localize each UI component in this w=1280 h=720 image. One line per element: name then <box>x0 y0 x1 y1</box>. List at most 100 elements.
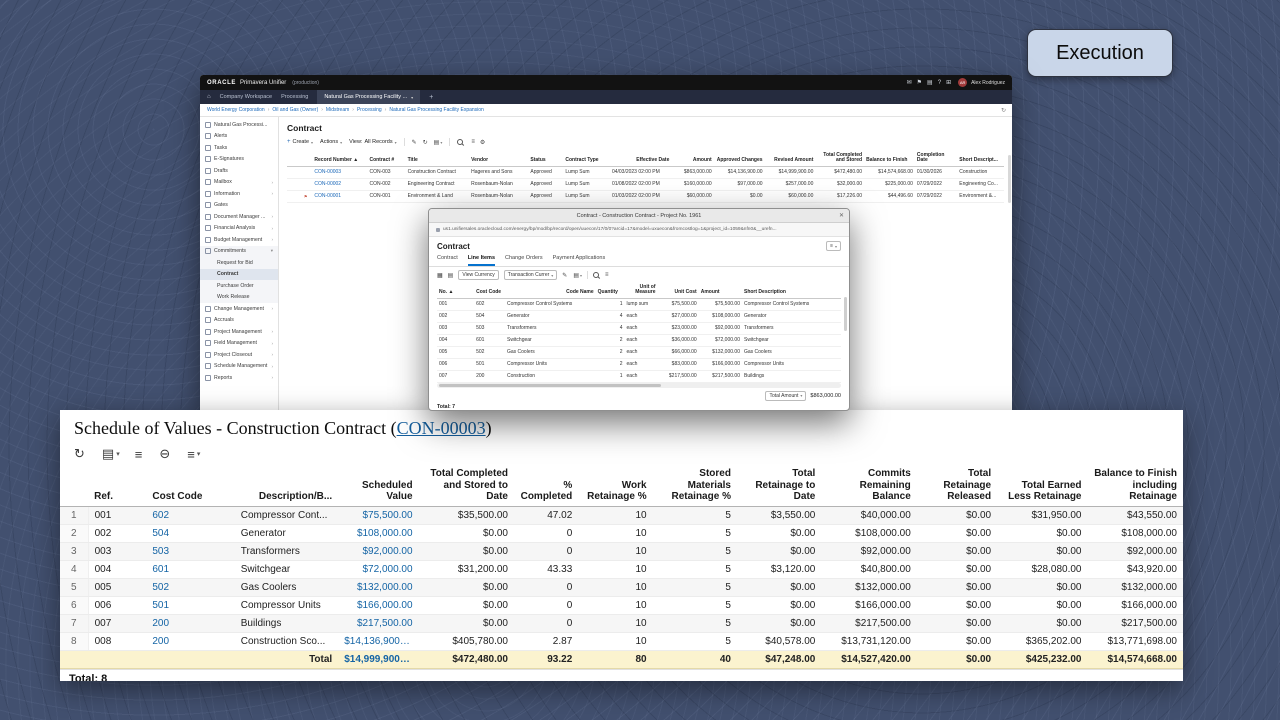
column-header[interactable]: Total Earned Less Retainage <box>997 466 1087 506</box>
table-row[interactable]: 3 003 503 Transformers $92,000.00 $0.00 … <box>60 542 1183 560</box>
cell-cost-code[interactable]: 502 <box>474 346 505 358</box>
sidebar-item[interactable]: Accruals <box>200 315 278 327</box>
search-icon[interactable] <box>593 272 600 279</box>
column-header[interactable]: Total Completed and Stored <box>815 151 864 166</box>
table-row[interactable]: CON-00003 CON-003 Construction Contract … <box>287 166 1004 178</box>
column-header[interactable]: Code Name <box>505 283 596 298</box>
cell-record-number[interactable]: CON-00002 <box>312 178 367 190</box>
print-icon[interactable]: ▤▾ <box>102 446 120 462</box>
table-row[interactable]: 8 008 200 Construction Sco... $14,136,90… <box>60 632 1183 650</box>
cell-scheduled-value[interactable]: $217,500.00 <box>338 614 418 632</box>
cell-scheduled-value[interactable]: $75,500.00 <box>338 506 418 524</box>
cell-cost-code[interactable]: 602 <box>474 298 505 310</box>
column-header[interactable]: Balance to Finish <box>864 151 915 166</box>
cell-select[interactable] <box>287 190 302 202</box>
cell-select[interactable] <box>287 178 302 190</box>
table-row[interactable]: 006 501 Compressor Units 2 each $83,000.… <box>437 358 841 370</box>
column-header[interactable]: Stored Materials Retainage % <box>653 466 737 506</box>
sidebar-item[interactable]: Schedule Management › <box>200 361 278 373</box>
table-row[interactable]: 003 503 Transformers 4 each $23,000.00 $… <box>437 322 841 334</box>
home-icon[interactable]: ⌂ <box>207 94 211 100</box>
avatar[interactable]: AR <box>958 78 967 87</box>
column-header[interactable]: Amount <box>699 283 742 298</box>
column-header[interactable] <box>465 283 474 298</box>
close-icon[interactable]: ✕ <box>839 212 844 219</box>
tab[interactable]: Line Items <box>468 255 495 266</box>
column-header[interactable]: Amount <box>671 151 713 166</box>
sidebar-item[interactable]: Field Management › <box>200 338 278 350</box>
filter-rows-icon[interactable]: ≡ <box>135 447 145 462</box>
cell-cost-code[interactable]: 501 <box>474 358 505 370</box>
table-row[interactable]: CON-00002 CON-002 Engineering Contract R… <box>287 178 1004 190</box>
sidebar-item[interactable]: Project Closeout › <box>200 349 278 361</box>
add-tab-button[interactable]: + <box>429 94 433 101</box>
nav-company-workspace[interactable]: Company Workspace <box>220 94 272 100</box>
grid-icon[interactable]: ▦ <box>437 272 443 279</box>
cell-record-number[interactable]: CON-00003 <box>312 166 367 178</box>
sidebar-item[interactable]: Budget Management › <box>200 234 278 246</box>
menu-icon[interactable]: ≡ <box>471 139 475 145</box>
column-header[interactable]: Vendor <box>469 151 528 166</box>
sidebar-item[interactable]: Information › <box>200 188 278 200</box>
breadcrumb-item[interactable]: Processing› <box>357 107 386 113</box>
sidebar-item[interactable]: Drafts <box>200 165 278 177</box>
column-header[interactable]: Contract # <box>367 151 405 166</box>
column-header[interactable]: Short Description <box>742 283 841 298</box>
create-button[interactable]: + Create ▾ <box>287 139 313 145</box>
tab[interactable]: Change Orders <box>505 255 543 266</box>
sidebar-item[interactable]: Gates <box>200 200 278 212</box>
print-icon[interactable]: ▤ <box>927 79 933 86</box>
column-header[interactable]: Unit Cost <box>657 283 698 298</box>
cell-cost-code[interactable]: 200 <box>146 632 234 650</box>
cell-scheduled-value[interactable]: $132,000.00 <box>338 578 418 596</box>
table-row[interactable]: 6 006 501 Compressor Units $166,000.00 $… <box>60 596 1183 614</box>
currency-select[interactable]: Transaction Currer ▾ <box>504 270 558 280</box>
edit-icon[interactable]: ✎ <box>412 139 418 146</box>
cell-cost-code[interactable]: 504 <box>474 310 505 322</box>
cell-cost-code[interactable]: 602 <box>146 506 234 524</box>
menu-icon[interactable]: ≡▾ <box>187 447 200 462</box>
cell-scheduled-value[interactable]: $14,136,900.00 <box>338 632 418 650</box>
cell-scheduled-value[interactable]: $72,000.00 <box>338 560 418 578</box>
column-header[interactable]: Completion Date <box>915 151 957 166</box>
cell-cost-code[interactable]: 503 <box>146 542 234 560</box>
cell-cost-code[interactable]: 601 <box>474 334 505 346</box>
sidebar-item[interactable]: Project Management › <box>200 326 278 338</box>
cell-cost-code[interactable]: 601 <box>146 560 234 578</box>
sidebar-item[interactable]: Change Management › <box>200 303 278 315</box>
settings-icon[interactable]: ⚙ <box>480 139 485 146</box>
column-header[interactable]: Short Descript... <box>957 151 1004 166</box>
cell-scheduled-value[interactable]: $108,000.00 <box>338 524 418 542</box>
column-header[interactable]: Effective Date <box>610 151 671 166</box>
scrollbar[interactable] <box>1008 155 1011 203</box>
column-header[interactable]: Work Retainage % <box>578 466 652 506</box>
column-header[interactable]: % Completed <box>514 466 578 506</box>
column-header[interactable]: Commits Remaining Balance <box>821 466 916 506</box>
table-icon[interactable]: ▤ <box>448 272 454 279</box>
column-header[interactable]: Status <box>528 151 563 166</box>
breadcrumb-item[interactable]: Oil and Gas (Owner)› <box>272 107 323 113</box>
sidebar-item[interactable]: Mailbox › <box>200 177 278 189</box>
cell-record-number[interactable]: CON-00001 <box>312 190 367 202</box>
table-row[interactable]: 001 602 Compressor Control Systems 1 lum… <box>437 298 841 310</box>
sidebar-item[interactable]: Reports › <box>200 372 278 384</box>
breadcrumb-item[interactable]: World Energy Corporation› <box>207 107 269 113</box>
table-row[interactable]: 7 007 200 Buildings $217,500.00 $0.00 0 … <box>60 614 1183 632</box>
tab[interactable]: Payment Applications <box>553 255 606 266</box>
refresh-icon[interactable]: ↻ <box>74 446 87 462</box>
menu-icon[interactable]: ≡ <box>605 272 609 278</box>
active-project-tab[interactable]: Natural Gas Processing Facility ... ▾ <box>317 90 420 104</box>
sidebar-item[interactable]: Alerts <box>200 131 278 143</box>
search-icon[interactable] <box>457 139 464 146</box>
column-header[interactable]: No. ▲ <box>437 283 456 298</box>
column-header[interactable]: Balance to Finish including Retainage <box>1088 466 1184 506</box>
sidebar-item[interactable]: Request for Bid <box>200 257 278 269</box>
sidebar-item[interactable]: Document Manager ... › <box>200 211 278 223</box>
horizontal-scrollbar[interactable] <box>437 383 841 388</box>
cell-cost-code[interactable]: 200 <box>146 614 234 632</box>
tab[interactable]: Contract <box>437 255 458 266</box>
table-row[interactable]: 004 601 Switchgear 2 each $36,000.00 $72… <box>437 334 841 346</box>
column-header[interactable]: Ref. <box>88 466 146 506</box>
refresh-icon[interactable]: ↻ <box>1001 107 1006 114</box>
popup-url[interactable]: us1.unifiersales.oraclecloud.com/energy/… <box>443 227 777 232</box>
